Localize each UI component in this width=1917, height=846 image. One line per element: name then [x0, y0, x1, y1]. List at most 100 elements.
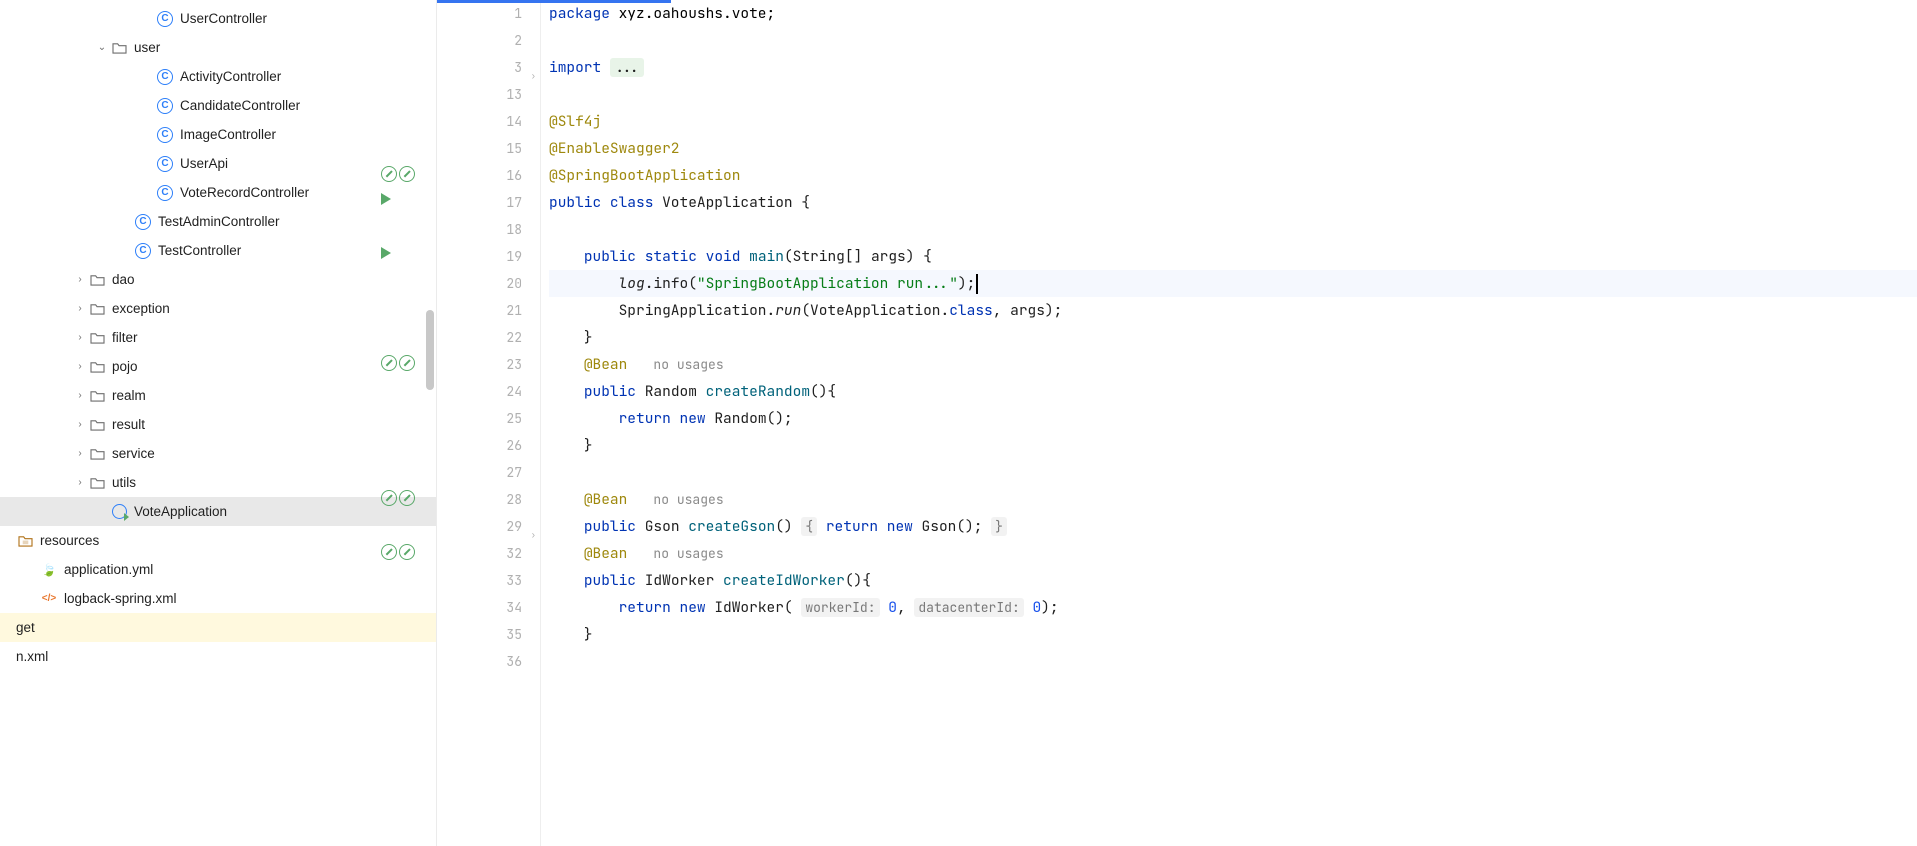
gutter-line-17[interactable]: 17	[437, 189, 522, 216]
gutter-line-16[interactable]: 16	[437, 162, 522, 189]
gutter-line-3[interactable]: 3›	[437, 54, 522, 81]
xml-icon: </>	[40, 590, 58, 608]
tree-item-label: ActivityController	[180, 69, 281, 84]
bean-gutter-icon[interactable]	[381, 490, 415, 506]
chevron-right-icon[interactable]: ›	[72, 390, 88, 401]
fold-icon[interactable]: ›	[531, 63, 536, 90]
code-line-14[interactable]: @Slf4j	[549, 108, 1917, 135]
code-line-26[interactable]: }	[549, 432, 1917, 459]
project-tree[interactable]: CUserController⌄userCActivityControllerC…	[0, 0, 437, 846]
tree-item-pojo[interactable]: ›pojo	[0, 352, 436, 381]
gutter-line-36[interactable]: 36	[437, 648, 522, 675]
gutter-line-32[interactable]: 32	[437, 540, 522, 567]
code-line-20[interactable]: log.info("SpringBootApplication run...")…	[549, 270, 1917, 297]
gutter-line-25[interactable]: 25	[437, 405, 522, 432]
gutter-line-20[interactable]: 20	[437, 270, 522, 297]
tree-item-n-xml[interactable]: n.xml	[0, 642, 436, 671]
tree-item-get[interactable]: get	[0, 613, 436, 642]
code-line-16[interactable]: @SpringBootApplication	[549, 162, 1917, 189]
code-line-29[interactable]: public Gson createGson() { return new Gs…	[549, 513, 1917, 540]
gutter-line-35[interactable]: 35	[437, 621, 522, 648]
run-icon[interactable]	[381, 193, 391, 205]
chevron-right-icon[interactable]: ›	[72, 419, 88, 430]
code-line-22[interactable]: }	[549, 324, 1917, 351]
tree-item-usercontroller[interactable]: CUserController	[0, 4, 436, 33]
gutter-line-2[interactable]: 2	[437, 27, 522, 54]
tree-item-voterecordcontroller[interactable]: CVoteRecordController	[0, 178, 436, 207]
gutter-line-21[interactable]: 21	[437, 297, 522, 324]
code-editor[interactable]: 123›1314151617181920212223242526272829›3…	[437, 0, 1917, 846]
code-line-24[interactable]: public Random createRandom(){	[549, 378, 1917, 405]
code-line-27[interactable]	[549, 459, 1917, 486]
gutter-line-1[interactable]: 1	[437, 0, 522, 27]
chevron-right-icon[interactable]: ›	[72, 274, 88, 285]
tree-item-utils[interactable]: ›utils	[0, 468, 436, 497]
chevron-right-icon[interactable]: ›	[72, 303, 88, 314]
gutter-line-24[interactable]: 24	[437, 378, 522, 405]
tree-item-activitycontroller[interactable]: CActivityController	[0, 62, 436, 91]
tree-item-userapi[interactable]: CUserApi	[0, 149, 436, 178]
tree-item-realm[interactable]: ›realm	[0, 381, 436, 410]
code-line-36[interactable]	[549, 648, 1917, 675]
tree-item-dao[interactable]: ›dao	[0, 265, 436, 294]
tree-item-label: TestController	[158, 243, 241, 258]
chevron-down-icon[interactable]: ⌄	[94, 42, 110, 53]
bean-gutter-icon[interactable]	[381, 544, 415, 560]
code-line-23[interactable]: @Bean no usages	[549, 351, 1917, 378]
run-icon[interactable]	[381, 247, 391, 259]
code-line-19[interactable]: public static void main(String[] args) {	[549, 243, 1917, 270]
fold-icon[interactable]: ›	[531, 522, 536, 549]
tree-item-user[interactable]: ⌄user	[0, 33, 436, 62]
editor-gutter[interactable]: 123›1314151617181920212223242526272829›3…	[437, 0, 541, 846]
gutter-line-22[interactable]: 22	[437, 324, 522, 351]
code-line-3[interactable]: import ...	[549, 54, 1917, 81]
folder-icon	[88, 300, 106, 318]
code-line-28[interactable]: @Bean no usages	[549, 486, 1917, 513]
gutter-line-28[interactable]: 28	[437, 486, 522, 513]
tree-item-resources[interactable]: resources	[0, 526, 436, 555]
code-line-1[interactable]: package xyz.oahoushs.vote;	[549, 0, 1917, 27]
code-line-21[interactable]: SpringApplication.run(VoteApplication.cl…	[549, 297, 1917, 324]
bean-gutter-icon[interactable]	[381, 166, 415, 182]
gutter-line-29[interactable]: 29›	[437, 513, 522, 540]
code-line-35[interactable]: }	[549, 621, 1917, 648]
gutter-line-19[interactable]: 19	[437, 243, 522, 270]
code-line-15[interactable]: @EnableSwagger2	[549, 135, 1917, 162]
gutter-line-33[interactable]: 33	[437, 567, 522, 594]
gutter-line-13[interactable]: 13	[437, 81, 522, 108]
chevron-right-icon[interactable]: ›	[72, 448, 88, 459]
code-line-18[interactable]	[549, 216, 1917, 243]
tree-item-imagecontroller[interactable]: CImageController	[0, 120, 436, 149]
code-line-17[interactable]: public class VoteApplication {	[549, 189, 1917, 216]
chevron-right-icon[interactable]: ›	[72, 361, 88, 372]
tree-item-logback-spring-xml[interactable]: </>logback-spring.xml	[0, 584, 436, 613]
tree-item-application-yml[interactable]: application.yml	[0, 555, 436, 584]
tree-item-exception[interactable]: ›exception	[0, 294, 436, 323]
gutter-line-15[interactable]: 15	[437, 135, 522, 162]
gutter-line-14[interactable]: 14	[437, 108, 522, 135]
tree-item-filter[interactable]: ›filter	[0, 323, 436, 352]
editor-code-area[interactable]: package xyz.oahoushs.vote; import ... @Slf…	[541, 0, 1917, 846]
active-tab-indicator	[437, 0, 671, 3]
code-line-33[interactable]: public IdWorker createIdWorker(){	[549, 567, 1917, 594]
tree-item-testadmincontroller[interactable]: CTestAdminController	[0, 207, 436, 236]
code-line-2[interactable]	[549, 27, 1917, 54]
gutter-line-34[interactable]: 34	[437, 594, 522, 621]
code-line-13[interactable]	[549, 81, 1917, 108]
bean-gutter-icon[interactable]	[381, 355, 415, 371]
chevron-right-icon[interactable]: ›	[72, 477, 88, 488]
tree-item-result[interactable]: ›result	[0, 410, 436, 439]
tree-item-testcontroller[interactable]: CTestController	[0, 236, 436, 265]
chevron-right-icon[interactable]: ›	[72, 332, 88, 343]
tree-item-voteapplication[interactable]: VoteApplication	[0, 497, 436, 526]
gutter-line-23[interactable]: 23	[437, 351, 522, 378]
sidebar-scrollbar[interactable]	[426, 310, 434, 390]
tree-item-candidatecontroller[interactable]: CCandidateController	[0, 91, 436, 120]
tree-item-service[interactable]: ›service	[0, 439, 436, 468]
code-line-34[interactable]: return new IdWorker( workerId: 0, datace…	[549, 594, 1917, 621]
gutter-line-26[interactable]: 26	[437, 432, 522, 459]
code-line-32[interactable]: @Bean no usages	[549, 540, 1917, 567]
code-line-25[interactable]: return new Random();	[549, 405, 1917, 432]
gutter-line-18[interactable]: 18	[437, 216, 522, 243]
gutter-line-27[interactable]: 27	[437, 459, 522, 486]
